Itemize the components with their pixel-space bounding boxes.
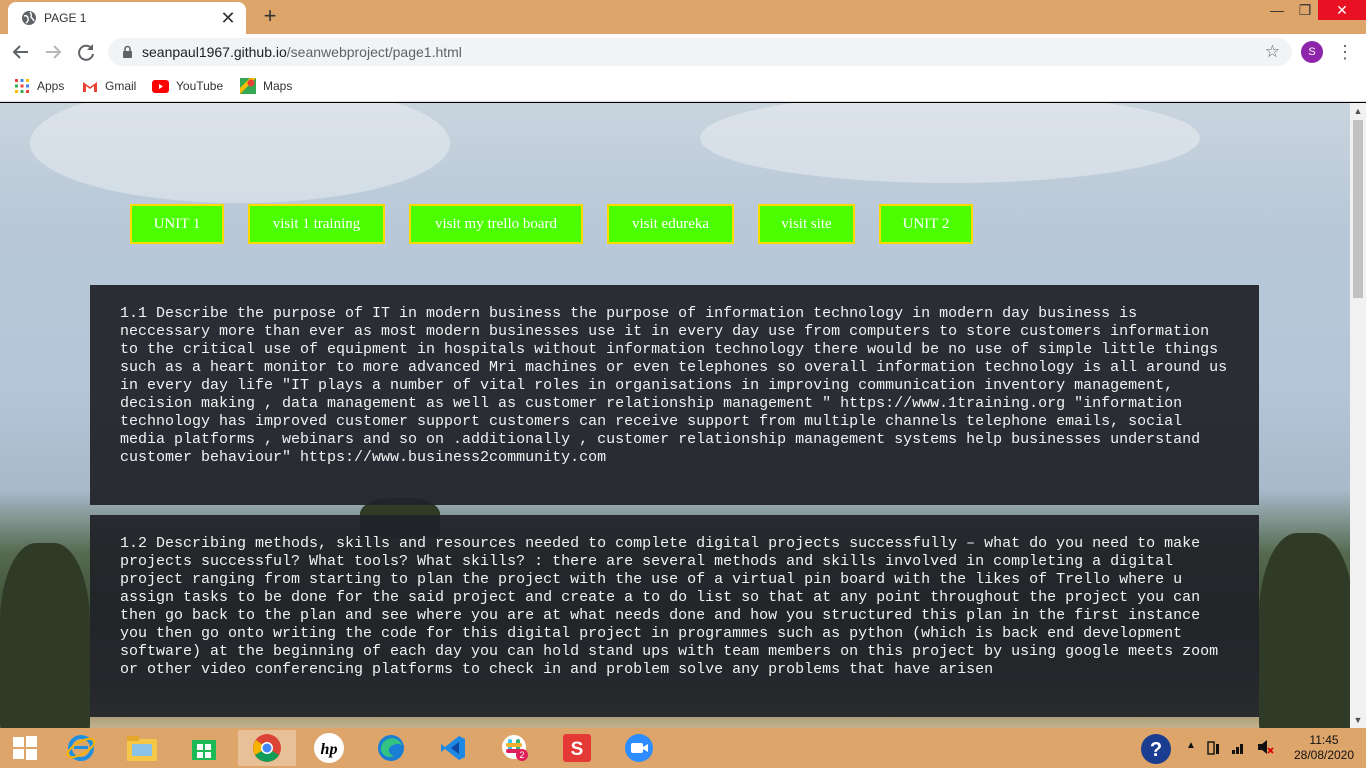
browser-tab-strip: PAGE 1 ✕ + — ❐ ✕	[0, 0, 1366, 34]
back-arrow-icon[interactable]	[10, 41, 32, 63]
scrollbar-thumb[interactable]	[1353, 120, 1363, 298]
scroll-down-arrow-icon[interactable]: ▼	[1350, 712, 1366, 728]
clock-time: 11:45	[1309, 733, 1339, 747]
background-tree	[1259, 533, 1350, 728]
file-explorer-icon[interactable]	[113, 730, 171, 766]
visit-site-button[interactable]: visit site	[758, 204, 855, 244]
windows-start-icon[interactable]	[0, 730, 50, 766]
page-scrollbar[interactable]: ▲ ▼	[1350, 103, 1366, 728]
bookmark-youtube-label: YouTube	[176, 79, 224, 93]
url-text[interactable]: seanpaul1967.github.io/seanwebproject/pa…	[142, 44, 462, 60]
visit-trello-button[interactable]: visit my trello board	[409, 204, 583, 244]
section-1-1-text: 1.1 Describe the purpose of IT in modern…	[90, 285, 1259, 505]
url-host: seanpaul1967.github.io	[142, 44, 287, 60]
globe-icon	[22, 11, 36, 25]
bookmark-gmail-label: Gmail	[105, 79, 137, 93]
visit-edureka-button[interactable]: visit edureka	[607, 204, 734, 244]
svg-text:S: S	[571, 739, 584, 760]
background-cloud	[30, 103, 450, 203]
youtube-icon	[152, 79, 169, 93]
tab-title: PAGE 1	[44, 11, 87, 25]
browser-tab[interactable]: PAGE 1 ✕	[8, 2, 246, 34]
bookmark-gmail[interactable]: Gmail	[82, 77, 136, 95]
background-tree	[0, 543, 90, 728]
page-viewport: UNIT 1 visit 1 training visit my trello …	[0, 103, 1350, 728]
background-cloud	[700, 103, 1200, 183]
new-tab-button[interactable]: +	[258, 4, 282, 28]
bookmark-star-icon[interactable]: ☆	[1265, 42, 1280, 62]
scroll-up-arrow-icon[interactable]: ▲	[1350, 103, 1366, 119]
reload-icon[interactable]	[75, 41, 97, 63]
help-icon[interactable]: ?	[1140, 733, 1172, 768]
edge-icon[interactable]	[362, 730, 420, 766]
profile-avatar[interactable]: S	[1301, 41, 1323, 63]
bookmark-youtube[interactable]: YouTube	[152, 77, 223, 95]
maps-icon	[240, 78, 256, 94]
network-icon[interactable]	[1206, 740, 1254, 768]
lock-icon[interactable]	[122, 45, 133, 59]
menu-dots-icon[interactable]: ⋮	[1336, 39, 1354, 65]
window-close-button[interactable]: ✕	[1318, 0, 1366, 20]
slack-icon[interactable]: 2	[486, 730, 544, 766]
svg-text:?: ?	[1150, 739, 1162, 761]
clock-date: 28/08/2020	[1293, 748, 1355, 762]
gmail-icon	[83, 81, 97, 92]
vscode-icon[interactable]	[424, 730, 482, 766]
section-1-2-text: 1.2 Describing methods, skills and resou…	[90, 515, 1259, 717]
svg-text:hp: hp	[321, 741, 338, 758]
unit-2-button[interactable]: UNIT 2	[879, 204, 973, 244]
bookmark-apps-label: Apps	[37, 79, 65, 93]
windows-taskbar: hp 2 S ? ▲ 11:45 28/08/2020	[0, 728, 1366, 768]
bookmark-maps[interactable]: Maps	[240, 77, 292, 95]
chrome-icon[interactable]	[238, 730, 296, 766]
hp-icon[interactable]: hp	[300, 730, 358, 766]
volume-muted-icon[interactable]	[1256, 738, 1274, 768]
microsoft-store-icon[interactable]	[175, 730, 233, 766]
show-hidden-icons-chevron-icon[interactable]: ▲	[1186, 740, 1196, 768]
unit-1-button[interactable]: UNIT 1	[130, 204, 224, 244]
close-tab-icon[interactable]: ✕	[218, 8, 238, 28]
s-app-icon[interactable]: S	[548, 730, 606, 766]
bookmark-apps[interactable]: Apps	[14, 77, 64, 95]
bookmarks-bar: Apps Gmail YouTube Maps	[0, 70, 1366, 102]
maximize-button[interactable]: ❐	[1290, 0, 1320, 20]
address-bar[interactable]: seanpaul1967.github.io/seanwebproject/pa…	[108, 38, 1292, 66]
browser-toolbar: seanpaul1967.github.io/seanwebproject/pa…	[0, 34, 1366, 70]
url-path: /seanwebproject/page1.html	[286, 44, 462, 60]
bookmark-maps-label: Maps	[263, 79, 293, 93]
minimize-button[interactable]: —	[1262, 0, 1292, 20]
zoom-icon[interactable]	[610, 730, 668, 766]
visit-1training-button[interactable]: visit 1 training	[248, 204, 385, 244]
internet-explorer-icon[interactable]	[52, 730, 110, 766]
apps-grid-icon	[15, 79, 29, 93]
slack-badge: 2	[519, 750, 524, 760]
taskbar-clock[interactable]: 11:45 28/08/2020	[1284, 733, 1364, 763]
forward-arrow-icon[interactable]	[42, 41, 64, 63]
